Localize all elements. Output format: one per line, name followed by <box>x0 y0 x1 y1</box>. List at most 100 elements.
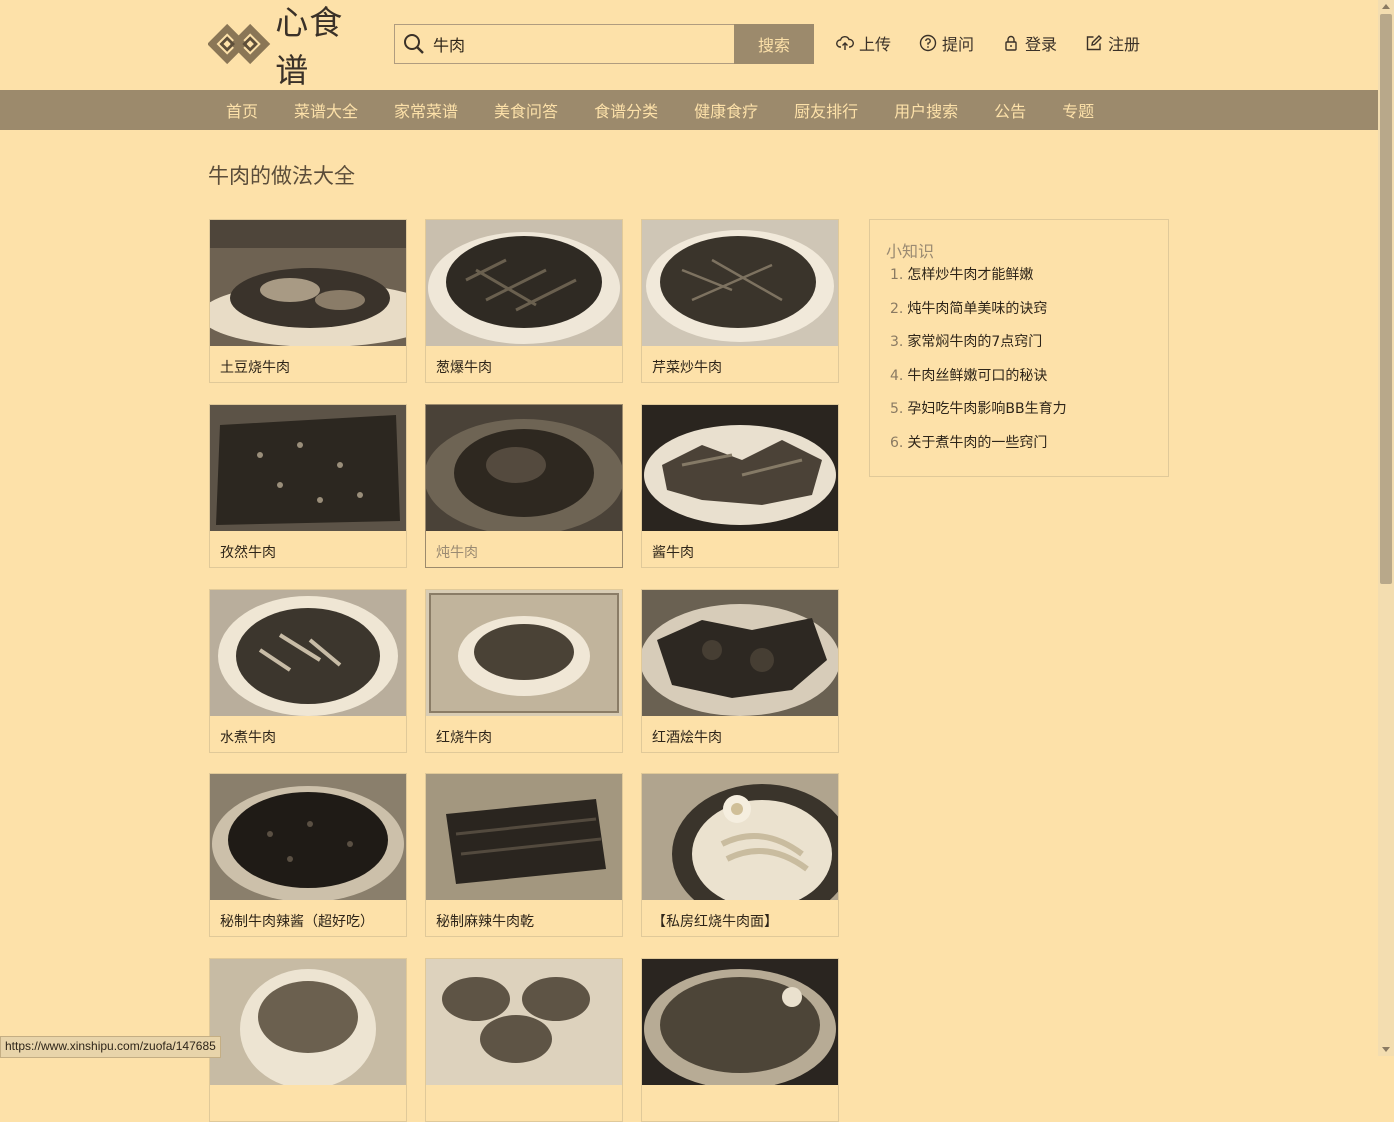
register-link[interactable]: 注册 <box>1085 30 1140 56</box>
tip-number: 4. <box>890 367 904 384</box>
recipe-title: 土豆烧牛肉 <box>220 360 290 376</box>
search-icon <box>404 34 424 54</box>
nav-user-search[interactable]: 用户搜索 <box>876 90 976 130</box>
recipe-card[interactable] <box>425 958 623 1122</box>
tip-item[interactable]: 2. 炖牛肉简单美味的诀窍 <box>890 300 1067 334</box>
search-bar: 搜索 <box>394 24 814 64</box>
recipe-title: 炖牛肉 <box>436 545 478 561</box>
recipe-card[interactable]: 【私房红烧牛肉面】 <box>641 773 839 937</box>
edit-icon <box>1086 35 1103 51</box>
recipe-card[interactable] <box>209 958 407 1122</box>
tip-item[interactable]: 3. 家常焖牛肉的7点窍门 <box>890 333 1067 367</box>
tip-link[interactable]: 孕妇吃牛肉影响BB生育力 <box>907 401 1066 417</box>
upload-label: 上传 <box>859 35 892 54</box>
recipe-image <box>426 959 622 1085</box>
question-circle-icon <box>919 34 937 52</box>
recipe-image <box>210 220 406 346</box>
recipe-card[interactable]: 秘制牛肉辣酱（超好吃） <box>209 773 407 937</box>
recipe-card[interactable]: 红酒烩牛肉 <box>641 589 839 753</box>
recipe-image <box>426 590 622 716</box>
recipe-card[interactable]: 芹菜炒牛肉 <box>641 219 839 383</box>
tip-link[interactable]: 牛肉丝鲜嫩可口的秘诀 <box>907 368 1047 384</box>
nav-ranking[interactable]: 厨友排行 <box>776 90 876 130</box>
logo-text: 心食谱 <box>275 3 344 90</box>
search-button[interactable]: 搜索 <box>734 24 814 64</box>
site-header: 心食谱 搜索 上传 提问 <box>0 0 1378 90</box>
recipe-title: 葱爆牛肉 <box>436 360 492 376</box>
recipe-title: 红酒烩牛肉 <box>652 730 722 746</box>
recipe-title: 酱牛肉 <box>652 545 694 561</box>
nav-categories[interactable]: 食谱分类 <box>576 90 676 130</box>
login-link[interactable]: 登录 <box>1002 30 1057 56</box>
page-scrollbar[interactable] <box>1378 0 1394 1056</box>
tip-link[interactable]: 关于煮牛肉的一些窍门 <box>907 435 1047 451</box>
recipe-image <box>426 405 622 531</box>
upload-link[interactable]: 上传 <box>836 30 891 56</box>
tip-link[interactable]: 家常焖牛肉的7点窍门 <box>907 334 1042 350</box>
tips-list: 1. 怎样炒牛肉才能鲜嫩 2. 炖牛肉简单美味的诀窍 3. 家常焖牛肉的7点窍门 4.… <box>890 266 1067 468</box>
nav-topics[interactable]: 专题 <box>1044 90 1112 130</box>
tips-panel: 小知识 1. 怎样炒牛肉才能鲜嫩 2. 炖牛肉简单美味的诀窍 3. 家常焖牛肉的7点窍… <box>869 219 1169 477</box>
lock-icon <box>1005 35 1017 51</box>
nav-home[interactable]: 首页 <box>208 90 276 130</box>
scroll-thumb[interactable] <box>1380 14 1392 584</box>
status-bar-url: https://www.xinshipu.com/zuofa/147685 <box>0 1036 221 1058</box>
nav-food-qa[interactable]: 美食问答 <box>476 90 576 130</box>
recipe-title: 【私房红烧牛肉面】 <box>652 914 778 930</box>
recipe-image <box>210 405 406 531</box>
tip-item[interactable]: 1. 怎样炒牛肉才能鲜嫩 <box>890 266 1067 300</box>
tip-number: 3. <box>890 334 904 351</box>
cloud-upload-icon <box>836 36 854 50</box>
login-label: 登录 <box>1025 35 1058 54</box>
recipe-image <box>210 959 406 1085</box>
recipe-image <box>426 774 622 900</box>
recipe-card[interactable]: 红烧牛肉 <box>425 589 623 753</box>
nav-recipes[interactable]: 菜谱大全 <box>276 90 376 130</box>
recipe-title: 红烧牛肉 <box>436 730 492 746</box>
nav-announcements[interactable]: 公告 <box>976 90 1044 130</box>
ask-link[interactable]: 提问 <box>919 30 974 56</box>
recipe-title: 孜然牛肉 <box>220 545 276 561</box>
tip-item[interactable]: 4. 牛肉丝鲜嫩可口的秘诀 <box>890 367 1067 401</box>
tip-item[interactable]: 6. 关于煮牛肉的一些窍门 <box>890 434 1067 468</box>
search-input[interactable] <box>433 25 725 63</box>
recipe-card[interactable]: 孜然牛肉 <box>209 404 407 568</box>
recipe-card[interactable]: 土豆烧牛肉 <box>209 219 407 383</box>
main-nav: 首页 菜谱大全 家常菜谱 美食问答 食谱分类 健康食疗 厨友排行 用户搜索 公告… <box>0 90 1378 130</box>
recipe-card[interactable]: 水煮牛肉 <box>209 589 407 753</box>
recipe-image <box>642 774 838 900</box>
register-label: 注册 <box>1108 35 1141 54</box>
recipe-card[interactable]: 秘制麻辣牛肉乾 <box>425 773 623 937</box>
recipe-title: 芹菜炒牛肉 <box>652 360 722 376</box>
tip-number: 1. <box>890 267 904 283</box>
recipe-card[interactable]: 葱爆牛肉 <box>425 219 623 383</box>
recipe-title: 秘制牛肉辣酱（超好吃） <box>220 914 374 930</box>
recipe-card[interactable]: 炖牛肉 <box>425 404 623 568</box>
scroll-up-icon[interactable] <box>1382 4 1390 9</box>
tips-title: 小知识 <box>886 242 935 261</box>
recipe-card[interactable] <box>641 958 839 1122</box>
top-links: 上传 提问 登录 注册 <box>836 30 1168 56</box>
recipe-title: 水煮牛肉 <box>220 730 276 746</box>
tip-link[interactable]: 炖牛肉简单美味的诀窍 <box>907 301 1047 317</box>
recipe-card[interactable]: 酱牛肉 <box>641 404 839 568</box>
recipe-image <box>642 405 838 531</box>
recipe-image <box>210 774 406 900</box>
tip-item[interactable]: 5. 孕妇吃牛肉影响BB生育力 <box>890 400 1067 434</box>
recipe-image <box>210 590 406 716</box>
recipe-image <box>426 220 622 346</box>
search-box[interactable] <box>394 24 736 64</box>
tip-number: 5. <box>890 401 904 418</box>
recipe-image <box>642 959 838 1085</box>
recipe-image <box>642 220 838 346</box>
ask-label: 提问 <box>942 35 975 54</box>
scroll-down-icon[interactable] <box>1382 1047 1390 1052</box>
logo-mark-icon <box>208 23 271 65</box>
nav-home-cooking[interactable]: 家常菜谱 <box>376 90 476 130</box>
nav-health[interactable]: 健康食疗 <box>676 90 776 130</box>
recipe-image <box>642 590 838 716</box>
tip-link[interactable]: 怎样炒牛肉才能鲜嫩 <box>907 267 1033 283</box>
recipe-title: 秘制麻辣牛肉乾 <box>436 914 534 930</box>
page-title: 牛肉的做法大全 <box>208 164 355 188</box>
site-logo[interactable]: 心食谱 <box>208 3 373 90</box>
